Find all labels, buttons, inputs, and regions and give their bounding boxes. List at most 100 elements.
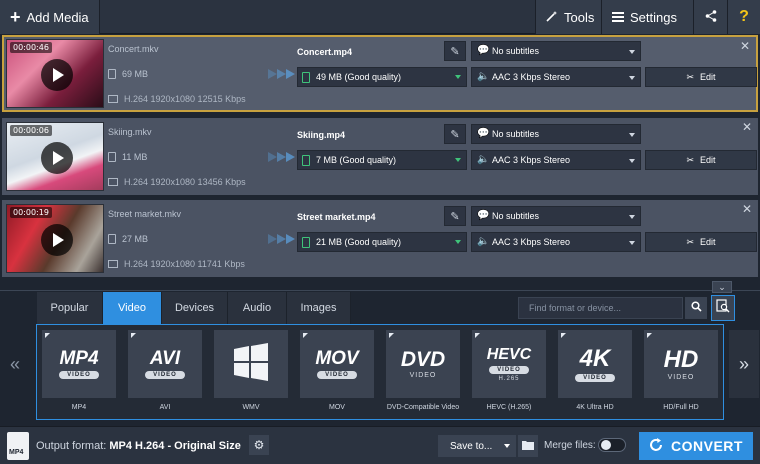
speech-bubble-icon: 💬 (477, 45, 490, 56)
quality-text: 49 MB (Good quality) (316, 72, 402, 82)
subtitles-dropdown[interactable]: 💬 No subtitles (471, 41, 641, 61)
rename-button[interactable]: ✎ (444, 41, 466, 61)
output-filename[interactable]: Street market.mp4 (297, 207, 441, 227)
format-tile-avi[interactable]: AVI VIDEO (128, 330, 202, 398)
chevron-down-icon (455, 240, 461, 244)
format-label: MP4 (71, 404, 87, 411)
edit-button[interactable]: ✂ Edit (645, 232, 757, 252)
help-button[interactable]: ? (727, 0, 760, 34)
duration-badge: 00:00:06 (10, 125, 52, 136)
media-row-2[interactable]: 00:00:06 Skiing.mkv 11 MB H.264 1920x108… (2, 118, 758, 195)
close-icon[interactable]: ✕ (742, 202, 752, 216)
tab-popular[interactable]: Popular (37, 292, 103, 324)
close-icon[interactable]: ✕ (740, 39, 750, 53)
audio-text: AAC 3 Kbps Stereo (492, 72, 571, 82)
format-tile-wmv[interactable] (214, 330, 288, 398)
play-icon[interactable] (41, 142, 73, 174)
source-info-text: H.264 1920x1080 13456 Kbps (124, 177, 246, 187)
corner-marker-icon (647, 333, 652, 338)
chevron-down-icon (629, 215, 635, 219)
format-tile-dvd[interactable]: DVD VIDEO (386, 330, 460, 398)
tab-audio[interactable]: Audio (228, 292, 287, 324)
scroll-right-button[interactable]: » (729, 330, 759, 398)
edit-button[interactable]: ✂ Edit (645, 67, 757, 87)
tab-devices[interactable]: Devices (162, 292, 228, 324)
audio-dropdown[interactable]: 🔈 AAC 3 Kbps Stereo (471, 150, 641, 170)
format-logo-sub: VIDEO (317, 371, 357, 379)
subtitles-dropdown[interactable]: 💬 No subtitles (471, 124, 641, 144)
tab-images[interactable]: Images (287, 292, 351, 324)
format-search-input[interactable]: Find format or device... (518, 297, 683, 319)
scroll-left-button[interactable]: « (0, 330, 30, 398)
format-settings-button[interactable]: ⚙ (249, 435, 269, 455)
source-info: H.264 1920x1080 11741 Kbps (108, 259, 245, 269)
file-icon (108, 69, 116, 79)
source-info: H.264 1920x1080 12515 Kbps (108, 94, 246, 104)
format-logo-text: DVD (400, 348, 446, 371)
play-icon[interactable] (41, 224, 73, 256)
subtitles-text: No subtitles (492, 129, 540, 139)
subtitles-dropdown[interactable]: 💬 No subtitles (471, 206, 641, 226)
media-row-3[interactable]: 00:00:19 Street market.mkv 27 MB H.264 1… (2, 200, 758, 277)
play-icon[interactable] (41, 59, 73, 91)
format-tile-hd[interactable]: HD VIDEO (644, 330, 718, 398)
tools-label: Tools (564, 9, 595, 25)
audio-dropdown[interactable]: 🔈 AAC 3 Kbps Stereo (471, 67, 641, 87)
quality-dropdown[interactable]: 7 MB (Good quality) (297, 150, 467, 170)
quality-dropdown[interactable]: 21 MB (Good quality) (297, 232, 467, 252)
detect-device-button[interactable] (711, 295, 735, 321)
quality-dropdown[interactable]: 49 MB (Good quality) (297, 67, 467, 87)
video-thumbnail[interactable]: 00:00:46 (6, 39, 104, 108)
video-thumbnail[interactable]: 00:00:06 (6, 122, 104, 191)
corner-marker-icon (45, 333, 50, 338)
video-thumbnail[interactable]: 00:00:19 (6, 204, 104, 273)
collapse-panel-button[interactable]: ⌄ (712, 281, 732, 293)
edit-button[interactable]: ✂ Edit (645, 150, 757, 170)
tools-button[interactable]: Tools (535, 0, 601, 34)
chevron-down-icon (504, 444, 510, 448)
format-tile-4k[interactable]: 4K VIDEO (558, 330, 632, 398)
open-folder-button[interactable] (518, 435, 538, 457)
plus-icon: + (10, 7, 21, 27)
source-filename: Street market.mkv (108, 209, 182, 219)
pencil-icon: ✎ (450, 128, 460, 141)
share-button[interactable] (693, 0, 727, 34)
merge-files-label: Merge files: (544, 440, 596, 451)
film-icon (108, 178, 118, 186)
settings-button[interactable]: Settings (601, 0, 693, 34)
rename-button[interactable]: ✎ (444, 206, 466, 226)
help-icon: ? (739, 8, 749, 25)
bottom-bar: MP4 Output format: MP4 H.264 - Original … (0, 426, 760, 464)
output-format[interactable]: Output format: MP4 H.264 - Original Size (36, 440, 241, 452)
audio-text: AAC 3 Kbps Stereo (492, 155, 571, 165)
format-label: AVI (159, 404, 171, 411)
format-logo-text: MOV (315, 348, 359, 369)
add-media-button[interactable]: + Add Media (0, 0, 100, 34)
tab-video[interactable]: Video (103, 292, 162, 324)
speaker-icon: 🔈 (477, 71, 490, 82)
audio-dropdown[interactable]: 🔈 AAC 3 Kbps Stereo (471, 232, 641, 252)
save-to-dropdown[interactable]: Save to... (438, 435, 516, 457)
output-filename[interactable]: Concert.mp4 (297, 42, 441, 62)
convert-button[interactable]: CONVERT (639, 432, 753, 460)
media-row-1[interactable]: 00:00:46 Concert.mkv 69 MB H.264 1920x10… (2, 35, 758, 112)
format-tile-hevc[interactable]: HEVC VIDEO H.265 (472, 330, 546, 398)
search-button[interactable] (685, 297, 707, 319)
speech-bubble-icon: 💬 (477, 210, 490, 221)
close-icon[interactable]: ✕ (742, 120, 752, 134)
file-icon (302, 155, 310, 166)
corner-marker-icon (561, 333, 566, 338)
format-tile-mp4[interactable]: MP4 VIDEO (42, 330, 116, 398)
chevron-down-icon (455, 75, 461, 79)
folder-icon (522, 437, 534, 455)
rename-button[interactable]: ✎ (444, 124, 466, 144)
output-filename[interactable]: Skiing.mp4 (297, 125, 441, 145)
format-label: MOV (329, 404, 345, 411)
merge-files-toggle[interactable] (598, 438, 626, 452)
gear-icon: ⚙ (253, 438, 265, 452)
format-tile-mov[interactable]: MOV VIDEO (300, 330, 374, 398)
format-label: HEVC (H.265) (486, 404, 532, 411)
add-media-label: Add Media (26, 9, 89, 25)
format-logo-text: HEVC (486, 345, 532, 363)
format-logo-sub: VIDEO (145, 371, 185, 379)
